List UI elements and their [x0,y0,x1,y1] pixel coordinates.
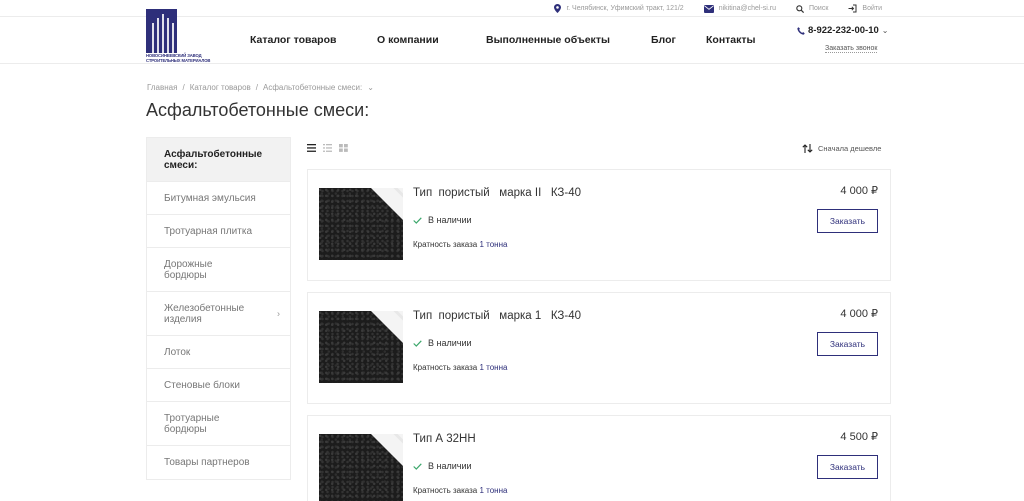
sidebar-item-label: Дорожные бордюры [164,258,213,281]
logo-mark [146,9,177,53]
sidebar-item-label: Битумная эмульсия [164,192,256,204]
email-item[interactable]: nikitina@chel-si.ru [703,4,776,13]
breadcrumb-home[interactable]: Главная [147,83,177,92]
order-button[interactable]: Заказать [817,455,878,479]
chevron-right-icon: › [277,308,280,318]
product-name[interactable]: Тип пористый марка 1 КЗ-40 [413,310,581,322]
product-card[interactable]: Тип пористый марка II КЗ-40 В наличии Кр… [307,169,891,281]
nav-item-contacts[interactable]: Контакты [706,34,756,46]
multiplicity-value: 1 тонна [479,363,508,372]
order-multiplicity: Кратность заказа 1 тонна [413,363,507,372]
sidebar-item-road-curbs[interactable]: Дорожные бордюры [147,248,290,292]
sidebar-item-asphalt-mixes[interactable]: Асфальтобетонные смеси: [147,138,290,182]
stock-text: В наличии [428,215,472,225]
login-link[interactable]: Войти [848,4,882,13]
sort-label: Сначала дешевле [818,144,882,153]
stock-status: В наличии [413,215,472,225]
logo-line-2: СТРОИТЕЛЬНЫХ МАТЕРИАЛОВ [146,58,211,63]
check-icon [413,339,422,347]
multiplicity-label: Кратность заказа [413,363,478,372]
sidebar-item-label: Лоток [164,346,191,358]
sidebar-item-label: Асфальтобетонные смеси: [164,148,263,171]
list-view-icon[interactable] [307,144,316,152]
nav-item-catalog[interactable]: Каталог товаров [250,34,336,46]
compact-list-view-icon[interactable] [323,144,332,152]
sidebar-item-concrete-products[interactable]: Железобетонные изделия › [147,292,290,336]
product-card[interactable]: Тип А 32НН В наличии Кратность заказа 1 … [307,415,891,501]
email-text: nikitina@chel-si.ru [718,5,776,12]
sidebar-item-label: Тротуарная плитка [164,225,253,237]
search-icon [796,4,804,13]
breadcrumb-separator: / [182,83,185,92]
grid-view-icon[interactable] [339,144,348,152]
sidebar-item-gutter[interactable]: Лоток [147,336,290,369]
login-label: Войти [862,5,882,12]
address-item[interactable]: г. Челябинск, Уфимский тракт, 121/2 [554,4,684,13]
product-image[interactable] [319,188,403,260]
view-toggle-group [307,144,348,152]
sidebar-item-label: Тротуарные бордюры [164,412,220,435]
sidebar-item-paving-tiles[interactable]: Тротуарная плитка [147,215,290,248]
chevron-down-icon[interactable]: ⌄ [882,26,889,35]
chevron-down-icon[interactable]: ⌄ [367,83,374,92]
phone-icon [797,26,805,35]
multiplicity-label: Кратность заказа [413,486,478,495]
category-sidebar: Асфальтобетонные смеси: Битумная эмульси… [146,137,291,480]
nav-item-blog[interactable]: Блог [651,34,676,46]
sort-control[interactable]: Сначала дешевле [802,144,881,153]
multiplicity-value: 1 тонна [479,486,508,495]
address-text: г. Челябинск, Уфимский тракт, 121/2 [566,5,684,12]
order-multiplicity: Кратность заказа 1 тонна [413,240,507,249]
product-price: 4 000 ₽ [840,185,878,197]
mail-icon [703,4,714,13]
sidebar-item-wall-blocks[interactable]: Стеновые блоки [147,369,290,402]
login-icon [848,4,857,13]
product-name[interactable]: Тип А 32НН [413,433,476,445]
order-multiplicity: Кратность заказа 1 тонна [413,486,507,495]
check-icon [413,216,422,224]
stock-text: В наличии [428,461,472,471]
phone-text: 8-922-232-00-10 [808,25,879,36]
product-image[interactable] [319,434,403,501]
product-price: 4 500 ₽ [840,431,878,443]
stock-status: В наличии [413,338,472,348]
breadcrumb-separator: / [255,83,259,92]
breadcrumb-catalog[interactable]: Каталог товаров [190,83,251,92]
multiplicity-label: Кратность заказа [413,240,478,249]
product-image[interactable] [319,311,403,383]
order-button[interactable]: Заказать [817,209,878,233]
nav-item-about[interactable]: О компании [377,34,439,46]
sidebar-item-partner-goods[interactable]: Товары партнеров [147,446,290,479]
stock-text: В наличии [428,338,472,348]
search-link[interactable]: Поиск [796,4,829,13]
order-button[interactable]: Заказать [817,332,878,356]
sidebar-item-sidewalk-curbs[interactable]: Тротуарные бордюры [147,402,290,446]
page-title: Асфальтобетонные смеси: [146,100,370,120]
phone-number[interactable]: 8-922-232-00-10 ⌄ [797,25,888,36]
sidebar-item-label: Товары партнеров [164,457,250,468]
main-header: НОВОСИНЕЕВСКИЙ ЗАВОД СТРОИТЕЛЬНЫХ МАТЕРИ… [0,9,1024,64]
multiplicity-value: 1 тонна [479,240,508,249]
company-logo[interactable]: НОВОСИНЕЕВСКИЙ ЗАВОД СТРОИТЕЛЬНЫХ МАТЕРИ… [146,9,210,63]
search-label: Поиск [809,5,829,12]
callback-link[interactable]: Заказать звонок [825,45,878,53]
breadcrumb-current[interactable]: Асфальтобетонные смеси: [263,83,362,92]
logo-wordmark: НОВОСИНЕЕВСКИЙ ЗАВОД СТРОИТЕЛЬНЫХ МАТЕРИ… [146,53,210,63]
sidebar-item-label: Стеновые блоки [164,379,240,391]
product-name[interactable]: Тип пористый марка II КЗ-40 [413,187,581,199]
sidebar-item-label: Железобетонные изделия [164,302,245,325]
sort-icon [802,144,813,153]
stock-status: В наличии [413,461,472,471]
check-icon [413,462,422,470]
breadcrumb: Главная / Каталог товаров / Асфальтобето… [147,83,374,92]
product-price: 4 000 ₽ [840,308,878,320]
sidebar-item-bitumen-emulsion[interactable]: Битумная эмульсия [147,182,290,215]
nav-item-projects[interactable]: Выполненные объекты [486,34,610,46]
product-card[interactable]: Тип пористый марка 1 КЗ-40 В наличии Кра… [307,292,891,404]
location-pin-icon [554,4,562,13]
